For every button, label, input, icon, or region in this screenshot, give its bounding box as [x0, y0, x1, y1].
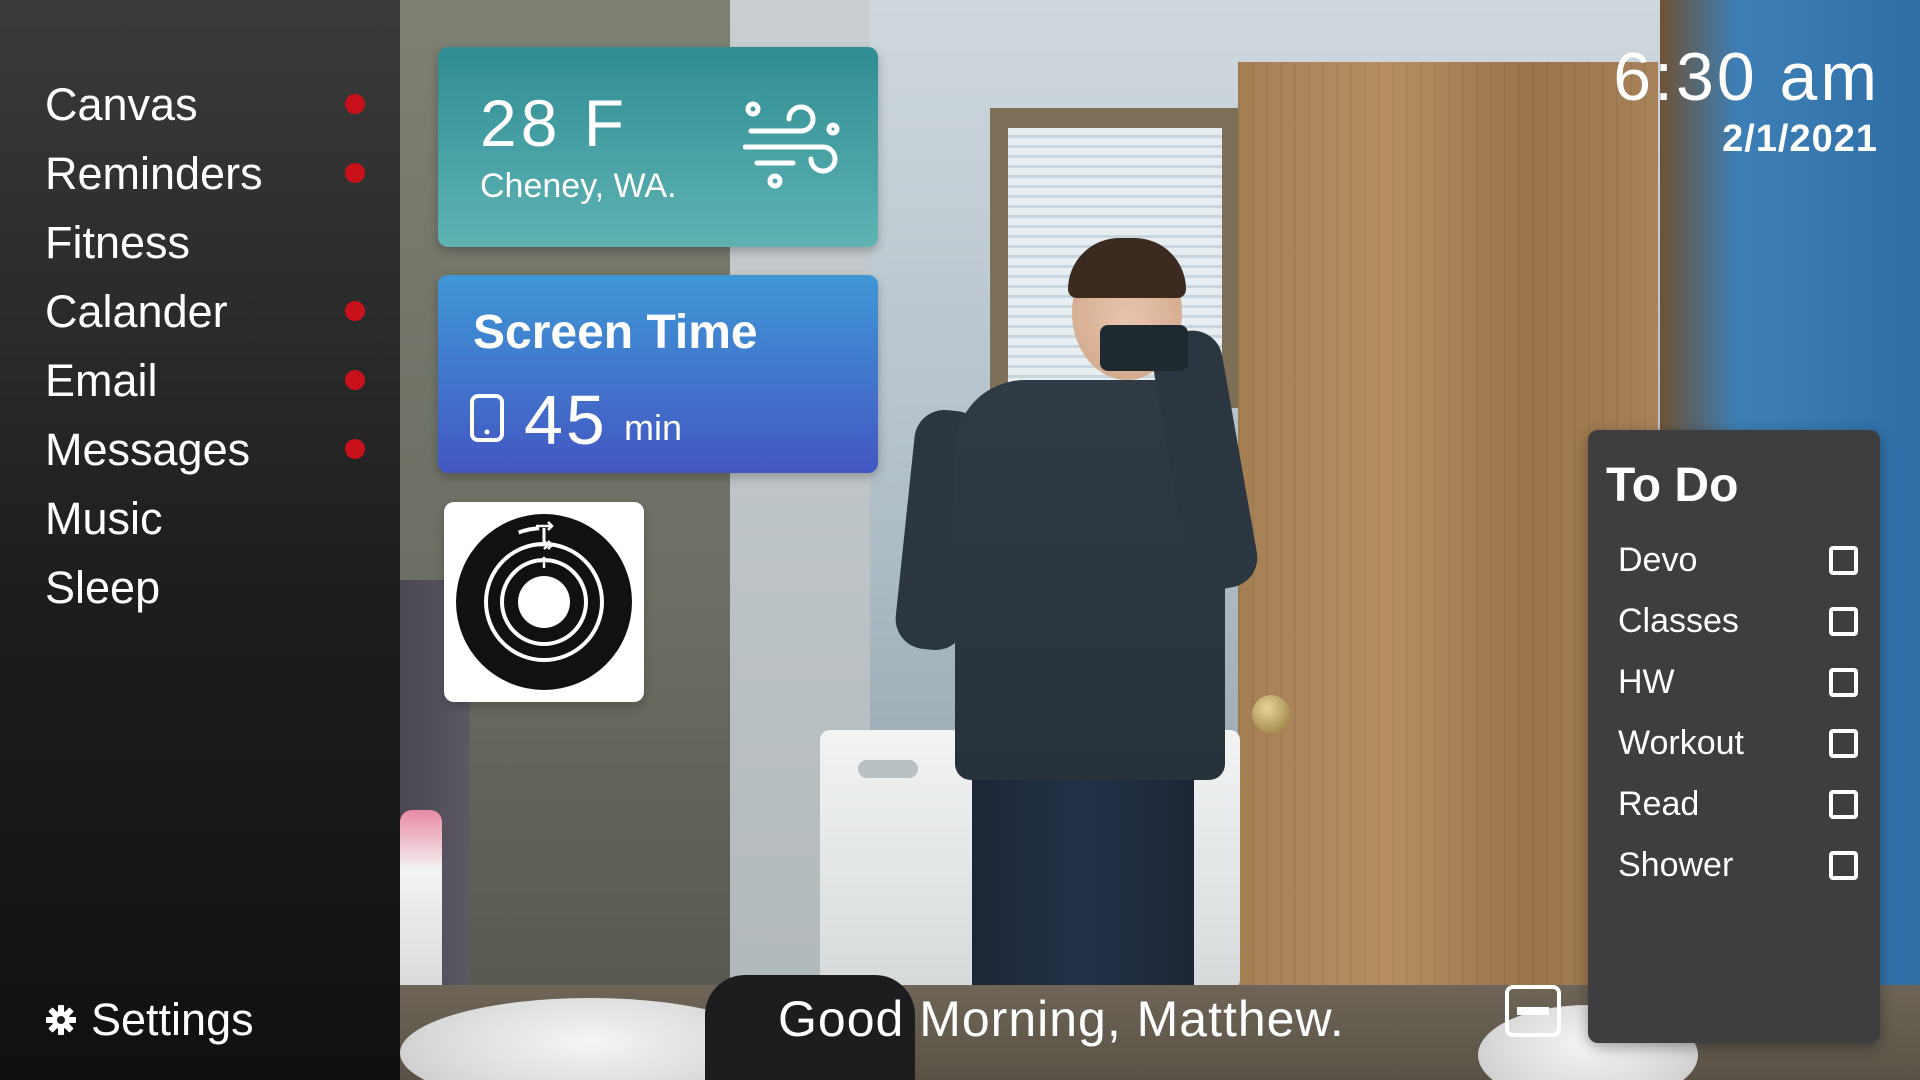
clock-date: 2/1/2021	[1722, 118, 1878, 160]
screen-time-value: 45	[524, 381, 608, 459]
notification-dot	[345, 93, 365, 114]
todo-panel: To Do Devo Classes HW Workout Read Showe…	[1588, 430, 1880, 1043]
greeting-message: Good Morning, Matthew.	[778, 991, 1345, 1047]
screen-time-widget[interactable]: Screen Time 45 min	[438, 275, 878, 473]
phone-icon	[470, 394, 504, 442]
sidebar-item-label: Sleep	[45, 561, 161, 613]
weather-location: Cheney, WA.	[480, 167, 677, 205]
sidebar-item-fitness[interactable]: Fitness	[45, 208, 375, 277]
todo-item: Devo	[1618, 530, 1858, 591]
sidebar-item-messages[interactable]: Messages	[45, 415, 375, 484]
sidebar-item-label: Canvas	[45, 78, 198, 130]
sidebar-item-label: Messages	[45, 423, 251, 475]
screen-time-unit: min	[624, 407, 683, 448]
minimize-button[interactable]	[1505, 985, 1561, 1037]
todo-item: Shower	[1618, 835, 1858, 896]
sidebar-item-email[interactable]: Email	[45, 346, 375, 415]
sidebar-item-label: Reminders	[45, 147, 263, 199]
todo-item-label: Shower	[1618, 846, 1734, 884]
minimize-icon	[1517, 1007, 1549, 1015]
settings-label: Settings	[91, 994, 254, 1045]
wind-icon	[743, 101, 840, 189]
todo-item-label: Workout	[1618, 724, 1744, 762]
clock-time: 6:30 am	[1613, 39, 1880, 115]
todo-item-label: Classes	[1618, 602, 1739, 640]
sidebar-item-label: Music	[45, 492, 163, 544]
fitness-widget[interactable]	[444, 502, 644, 702]
temperature: 28 F	[480, 86, 629, 160]
notification-dot	[345, 162, 365, 183]
gear-icon	[46, 1005, 76, 1035]
todo-item-label: Read	[1618, 785, 1700, 823]
todo-item: Workout	[1618, 713, 1858, 774]
todo-checkbox[interactable]	[1829, 607, 1858, 636]
settings-button[interactable]: Settings	[45, 990, 254, 1050]
todo-title: To Do	[1606, 459, 1739, 512]
sidebar-item-sleep[interactable]: Sleep	[45, 553, 375, 622]
todo-item-label: Devo	[1618, 541, 1698, 579]
todo-checkbox[interactable]	[1829, 546, 1858, 575]
sidebar-nav: Canvas Reminders Fitness Calander Email …	[45, 70, 375, 622]
sidebar-item-calander[interactable]: Calander	[45, 277, 375, 346]
notification-dot	[345, 438, 365, 459]
todo-checkbox[interactable]	[1829, 729, 1858, 758]
sidebar-item-canvas[interactable]: Canvas	[45, 70, 375, 139]
todo-item: Classes	[1618, 591, 1858, 652]
sidebar-item-music[interactable]: Music	[45, 484, 375, 553]
todo-item: HW	[1618, 652, 1858, 713]
sidebar-item-reminders[interactable]: Reminders	[45, 139, 375, 208]
todo-item: Read	[1618, 774, 1858, 835]
notification-dot	[345, 369, 365, 390]
sidebar-item-label: Calander	[45, 285, 228, 337]
todo-item-label: HW	[1618, 663, 1675, 701]
todo-list: Devo Classes HW Workout Read Shower	[1618, 530, 1858, 896]
sidebar-item-label: Email	[45, 354, 158, 406]
activity-rings-icon	[456, 514, 632, 690]
todo-checkbox[interactable]	[1829, 851, 1858, 880]
todo-checkbox[interactable]	[1829, 790, 1858, 819]
notification-dot	[345, 300, 365, 321]
screen-time-title: Screen Time	[473, 306, 758, 359]
todo-checkbox[interactable]	[1829, 668, 1858, 697]
weather-widget[interactable]: 28 F Cheney, WA.	[438, 47, 878, 247]
sidebar-item-label: Fitness	[45, 216, 191, 268]
sidebar: Canvas Reminders Fitness Calander Email …	[0, 0, 400, 1080]
